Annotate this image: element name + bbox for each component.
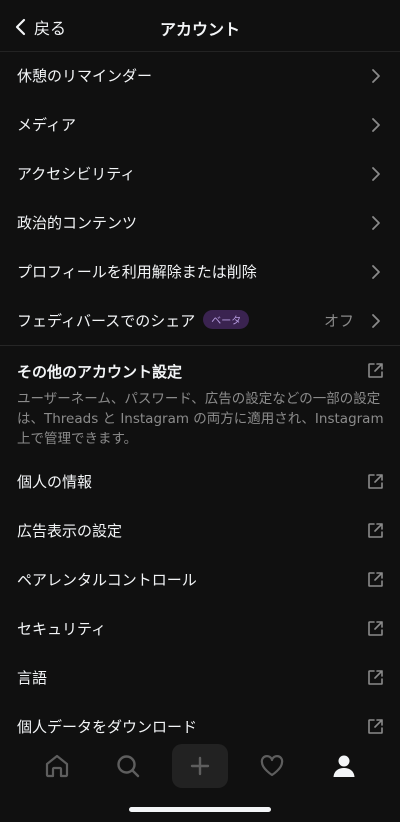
other-settings-description: ユーザーネーム、パスワード、広告の設定などの一部の設定は、Threads と I…: [17, 391, 384, 447]
nav-create[interactable]: [172, 744, 228, 788]
menu-item-political-content[interactable]: 政治的コンテンツ: [0, 198, 400, 247]
menu-item-label: 広告表示の設定: [17, 522, 123, 540]
menu-item-label: セキュリティ: [17, 620, 107, 638]
heart-icon: [260, 755, 284, 777]
profile-icon: [333, 755, 355, 777]
menu-item-label: 個人データをダウンロード: [17, 718, 198, 736]
menu-item-parental-controls[interactable]: ペアレンタルコントロール: [0, 555, 400, 604]
menu-item-label: 言語: [17, 669, 48, 687]
external-link-icon: [368, 572, 383, 587]
menu-item-security[interactable]: セキュリティ: [0, 604, 400, 653]
fediverse-label: フェディバースでのシェア: [17, 312, 196, 330]
account-screen: 戻る アカウント 休憩のリマインダー メディア アクセシビリティ 政治的コンテン…: [0, 0, 400, 822]
menu-item-label: 政治的コンテンツ: [17, 214, 138, 232]
nav-profile[interactable]: [316, 744, 372, 788]
search-icon: [117, 755, 140, 778]
chevron-right-icon: [372, 166, 380, 181]
fediverse-status: オフ: [323, 312, 354, 330]
menu-item-personal-info[interactable]: 個人の情報: [0, 457, 400, 506]
menu-item-break-reminder[interactable]: 休憩のリマインダー: [0, 51, 400, 100]
menu-item-media[interactable]: メディア: [0, 100, 400, 149]
menu-item-label: フェディバースでのシェア ベータ: [17, 310, 250, 331]
chevron-right-icon: [372, 313, 380, 328]
external-link-icon: [368, 719, 383, 734]
menu-item-language[interactable]: 言語: [0, 653, 400, 702]
menu-item-label: メディア: [17, 116, 76, 134]
bottom-nav: [0, 740, 400, 792]
chevron-right-icon: [372, 215, 380, 230]
nav-activity[interactable]: [244, 744, 300, 788]
external-link-icon: [368, 474, 383, 489]
external-link-icon: [368, 670, 383, 685]
home-icon: [45, 754, 69, 778]
chevron-right-icon: [372, 264, 380, 279]
section-divider: [0, 345, 400, 346]
menu-item-fediverse-sharing[interactable]: フェディバースでのシェア ベータ オフ: [0, 296, 400, 345]
nav-search[interactable]: [100, 744, 156, 788]
menu-item-label: ペアレンタルコントロール: [17, 571, 197, 589]
nav-home[interactable]: [29, 744, 85, 788]
home-indicator: [129, 807, 271, 812]
menu-item-label: アクセシビリティ: [17, 165, 136, 183]
other-settings-title: その他のアカウント設定: [17, 363, 183, 381]
menu-item-deactivate-delete[interactable]: プロフィールを利用解除または削除: [0, 247, 400, 296]
plus-icon: [190, 756, 210, 776]
menu-item-label: プロフィールを利用解除または削除: [17, 263, 257, 281]
page-title: アカウント: [159, 20, 240, 39]
external-link-icon: [368, 523, 383, 538]
header: 戻る アカウント: [0, 0, 400, 52]
chevron-right-icon: [372, 117, 380, 132]
external-link-icon: [368, 621, 383, 636]
menu-item-ad-preferences[interactable]: 広告表示の設定: [0, 506, 400, 555]
menu-item-accessibility[interactable]: アクセシビリティ: [0, 149, 400, 198]
menu-item-label: 休憩のリマインダー: [17, 67, 153, 85]
chevron-right-icon: [372, 68, 380, 83]
menu-item-label: 個人の情報: [17, 473, 93, 491]
beta-badge: ベータ: [203, 310, 250, 329]
external-link-icon[interactable]: [367, 362, 384, 379]
